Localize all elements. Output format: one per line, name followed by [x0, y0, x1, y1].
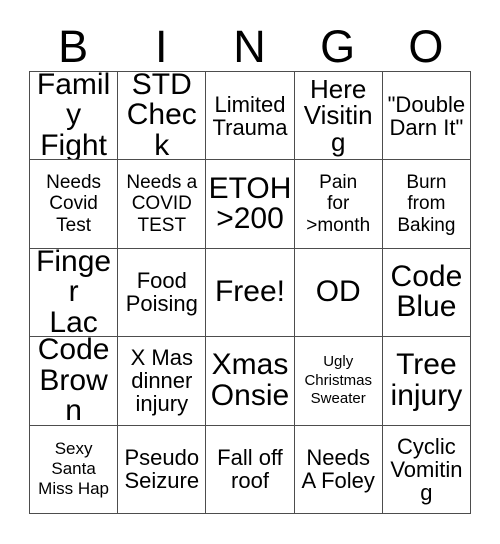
- bingo-square-label: Limited Trauma: [212, 91, 288, 140]
- bingo-square-label: Tree injury: [390, 348, 463, 412]
- bingo-square-free-space[interactable]: Free!: [206, 248, 295, 338]
- bingo-square[interactable]: Cyclic Vomiting: [382, 425, 471, 514]
- bingo-square-label: Burn from Baking: [397, 172, 456, 236]
- bingo-square-label: Needs Covid Test: [46, 172, 102, 236]
- bingo-square[interactable]: Ugly Christmas Sweater: [294, 337, 383, 426]
- bingo-square[interactable]: OD: [294, 248, 383, 338]
- bingo-square-label: "Double Darn It": [387, 91, 466, 140]
- bingo-square-label: Needs a COVID TEST: [126, 172, 198, 236]
- bingo-square-label: STD Check: [126, 72, 197, 161]
- bingo-square[interactable]: Food Poising: [118, 248, 207, 338]
- bingo-square-label: X Mas dinner injury: [130, 345, 193, 417]
- bingo-square[interactable]: Limited Trauma: [206, 72, 295, 161]
- bingo-square[interactable]: Pseudo Seizure: [118, 425, 207, 514]
- bingo-square[interactable]: Needs Covid Test: [30, 160, 119, 249]
- bingo-square[interactable]: ETOH >200: [206, 160, 295, 249]
- bingo-square-label: ETOH >200: [208, 171, 292, 236]
- bingo-header-letter-b: B: [58, 21, 89, 72]
- bingo-header-letter-g: G: [320, 21, 356, 72]
- bingo-square[interactable]: Fall off roof: [206, 425, 295, 514]
- bingo-square-label: Pain for >month: [306, 172, 371, 236]
- bingo-square[interactable]: X Mas dinner injury: [118, 337, 207, 426]
- bingo-square-label: Code Blue: [390, 259, 463, 324]
- bingo-square-label: Here Visiting: [303, 73, 373, 158]
- bingo-square-label: Fall off roof: [217, 445, 283, 494]
- bingo-grid: Family Fight STD Check Limited Trauma Here …: [29, 71, 471, 514]
- bingo-square-label: Cyclic Vomiting: [390, 433, 463, 505]
- bingo-square[interactable]: STD Check: [118, 72, 207, 161]
- bingo-square-label: Needs A Foley: [301, 445, 375, 494]
- bingo-square-label: Code Brown: [37, 337, 110, 426]
- bingo-square-label: Ugly Christmas Sweater: [304, 353, 372, 408]
- bingo-square[interactable]: Code Brown: [30, 337, 119, 426]
- bingo-square[interactable]: Needs A Foley: [294, 425, 383, 514]
- bingo-header-letter-n: N: [233, 21, 266, 72]
- bingo-square-label: Xmas Onsie: [210, 348, 290, 412]
- bingo-square-label: Food Poising: [125, 268, 198, 317]
- bingo-square-label: Sexy Santa Miss Hap: [38, 439, 110, 499]
- bingo-card: B I N G O Family Fight STD Check Limited T…: [0, 0, 500, 544]
- bingo-square[interactable]: Sexy Santa Miss Hap: [30, 425, 119, 514]
- bingo-square[interactable]: Code Blue: [382, 248, 471, 338]
- bingo-square[interactable]: Here Visiting: [294, 72, 383, 161]
- bingo-square-label: Family Fight: [36, 72, 111, 161]
- bingo-square[interactable]: Finger Lac: [30, 248, 119, 338]
- bingo-square[interactable]: Tree injury: [382, 337, 471, 426]
- bingo-header: B I N G O: [29, 12, 471, 70]
- bingo-square[interactable]: "Double Darn It": [382, 72, 471, 161]
- bingo-header-letter-o: O: [408, 21, 444, 72]
- bingo-square-label: Free!: [214, 275, 285, 309]
- bingo-square[interactable]: Pain for >month: [294, 160, 383, 249]
- bingo-square[interactable]: Xmas Onsie: [206, 337, 295, 426]
- bingo-square-label: OD: [315, 275, 361, 309]
- bingo-square[interactable]: Family Fight: [30, 72, 119, 161]
- bingo-square[interactable]: Needs a COVID TEST: [118, 160, 207, 249]
- bingo-header-letter-i: I: [155, 21, 168, 72]
- bingo-square-label: Pseudo Seizure: [124, 445, 200, 494]
- bingo-square[interactable]: Burn from Baking: [382, 160, 471, 249]
- bingo-square-label: Finger Lac: [36, 248, 112, 338]
